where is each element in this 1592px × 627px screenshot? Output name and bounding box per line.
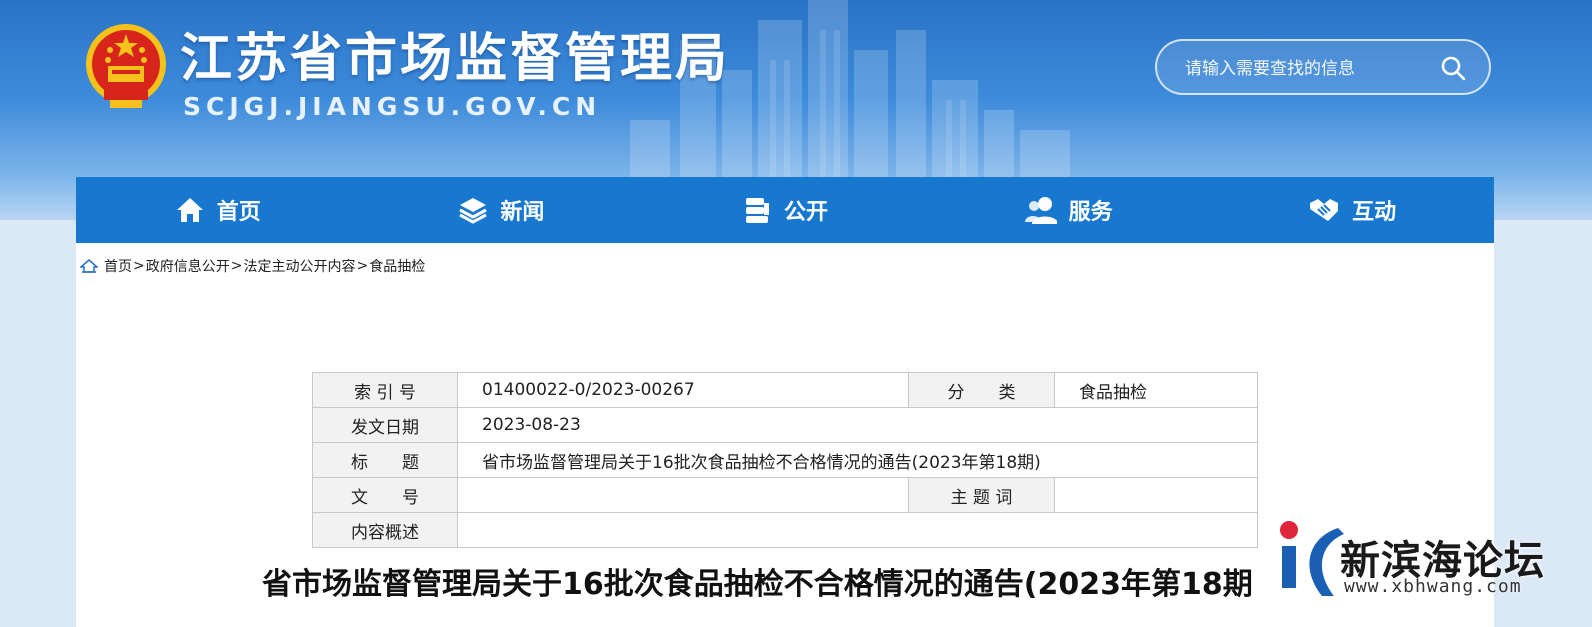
forum-watermark: 新滨海论坛 www.xbhwang.com	[1278, 518, 1558, 608]
docno-label: 文 号	[312, 477, 458, 513]
handshake-icon	[1310, 199, 1339, 221]
site-domain: SCJGJ.JIANGSU.GOV.CN	[183, 92, 602, 121]
forum-url: www.xbhwang.com	[1344, 576, 1522, 597]
nav-item-label: 首页	[216, 200, 261, 225]
site-title: 江苏省市场监督管理局	[180, 29, 731, 89]
date-value: 2023-08-23	[457, 407, 1258, 443]
category-value: 食品抽检	[1054, 372, 1258, 408]
breadcrumb-food-sampling[interactable]: 食品抽检	[369, 256, 425, 276]
main-nav: 首页 新闻 公开 服务 互动	[76, 177, 1494, 243]
nav-item-label: 互动	[1352, 200, 1397, 225]
date-label: 发文日期	[312, 407, 458, 443]
nav-item-home[interactable]: 首页	[76, 177, 360, 243]
breadcrumb-separator: >	[230, 258, 243, 274]
table-row: 索 引 号 01400022-0/2023-00267 分 类 食品抽检	[312, 372, 1258, 408]
forum-logo-icon	[1280, 521, 1344, 596]
index-label: 索 引 号	[312, 372, 458, 408]
nav-item-news[interactable]: 新闻	[360, 177, 644, 243]
nav-item-label: 新闻	[500, 200, 545, 225]
summary-label: 内容概述	[312, 512, 458, 548]
search-input[interactable]	[1183, 53, 1427, 85]
keywords-label: 主 题 词	[908, 477, 1055, 513]
breadcrumb-home[interactable]: 首页	[104, 256, 132, 276]
docno-value	[457, 477, 909, 513]
article-title: 省市场监督管理局关于16批次食品抽检不合格情况的通告(2023年第18期	[262, 567, 1253, 602]
document-stack-icon	[745, 198, 769, 223]
title-label: 标 题	[312, 442, 458, 478]
nav-item-public[interactable]: 公开	[643, 177, 927, 243]
index-value: 01400022-0/2023-00267	[457, 372, 909, 408]
breadcrumb: 首页 > 政府信息公开 > 法定主动公开内容 > 食品抽检	[80, 256, 425, 276]
nav-item-service[interactable]: 服务	[927, 177, 1211, 243]
nav-item-interact[interactable]: 互动	[1210, 177, 1494, 243]
title-value: 省市场监督管理局关于16批次食品抽检不合格情况的通告(2023年第18期)	[457, 442, 1258, 478]
category-label: 分 类	[908, 372, 1055, 408]
table-row: 发文日期 2023-08-23	[312, 407, 1258, 443]
users-icon	[1024, 197, 1057, 224]
document-meta-table: 索 引 号 01400022-0/2023-00267 分 类 食品抽检 发文日…	[312, 372, 1258, 548]
search-box	[1155, 39, 1491, 95]
table-row: 标 题 省市场监督管理局关于16批次食品抽检不合格情况的通告(2023年第18期…	[312, 442, 1258, 478]
home-icon	[176, 198, 203, 222]
breadcrumb-statutory[interactable]: 法定主动公开内容	[243, 256, 355, 276]
table-row: 文 号 主 题 词	[312, 477, 1258, 513]
search-icon[interactable]	[1439, 54, 1467, 82]
home-outline-icon	[80, 259, 98, 273]
national-emblem-icon	[86, 24, 166, 108]
nav-item-label: 公开	[783, 200, 828, 225]
breadcrumb-gov-info[interactable]: 政府信息公开	[146, 256, 230, 276]
keywords-value	[1054, 477, 1258, 513]
summary-value	[457, 512, 1258, 548]
breadcrumb-separator: >	[356, 258, 369, 274]
layers-icon	[459, 198, 488, 224]
nav-item-label: 服务	[1068, 200, 1113, 225]
table-row: 内容概述	[312, 512, 1258, 548]
breadcrumb-separator: >	[133, 258, 145, 274]
